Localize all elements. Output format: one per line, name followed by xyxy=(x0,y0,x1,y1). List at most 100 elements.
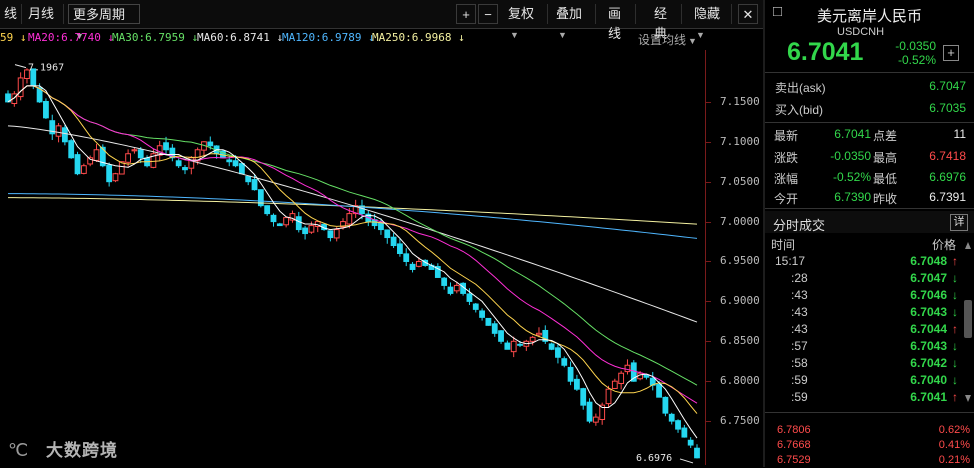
stat-label: 点差 xyxy=(873,129,898,143)
ma-legend-item: MA60:6.8741 ↓ xyxy=(197,31,283,44)
divider xyxy=(765,122,974,123)
candle-down xyxy=(207,141,214,147)
candle-up xyxy=(283,217,290,226)
price-tick-label: 6.7500 xyxy=(720,414,760,428)
candle-down xyxy=(74,154,81,175)
ticks-header: 分时成交 详 xyxy=(765,211,974,233)
tick-time: :28 xyxy=(791,271,808,285)
candle-up xyxy=(125,153,132,163)
more-periods-label: 更多周期 xyxy=(73,7,126,22)
candle-up xyxy=(112,173,119,182)
candle-up xyxy=(510,340,517,353)
stat-value: -0.52% xyxy=(832,170,871,184)
monthly-period-button[interactable]: 月线 xyxy=(24,4,64,24)
close-chart-button[interactable]: ✕ xyxy=(738,4,758,24)
tick-price: 6.7041 xyxy=(910,390,947,404)
arrow-up-icon: ↑ xyxy=(952,322,958,336)
arrow-up-icon: ↑ xyxy=(952,254,958,268)
add-watchlist-button[interactable]: + xyxy=(943,45,959,61)
tick-row: :43 6.7046 ↓ xyxy=(765,288,974,305)
tick-price: 6.7040 xyxy=(910,373,947,387)
candle-down xyxy=(390,236,397,247)
depth-percent: 0.21% xyxy=(938,454,970,466)
stat-row: 最新 6.7041 点差 11 xyxy=(765,127,974,145)
candle-down xyxy=(580,388,587,406)
tick-time: :58 xyxy=(791,356,808,370)
candle-down xyxy=(378,221,384,231)
ma-label: MA30:6.7959 xyxy=(112,31,185,44)
depth-row: 6.7529 0.21% xyxy=(765,454,974,468)
candle-up xyxy=(80,165,87,174)
candle-down xyxy=(232,160,239,167)
stat-label: 最低 xyxy=(873,172,898,186)
ma-settings-dropdown[interactable]: 设置均线 ▼ xyxy=(638,31,697,48)
arrow-down-icon: ↓ xyxy=(952,288,958,302)
candle-down xyxy=(656,383,662,398)
candle-down xyxy=(163,142,169,151)
candle-up xyxy=(131,149,138,152)
hide-dropdown[interactable]: 隐藏▼ xyxy=(690,4,732,40)
draw-line-button[interactable]: 画线 xyxy=(604,4,636,41)
stat-label: 昨收 xyxy=(873,192,898,206)
candle-down xyxy=(668,413,675,422)
overlay-dropdown[interactable]: 叠加▼ xyxy=(552,4,596,40)
arrow-down-icon: ↓ xyxy=(952,305,958,319)
candle-down xyxy=(403,253,410,262)
candle-down xyxy=(447,286,454,294)
classic-button[interactable]: 经典 xyxy=(650,4,682,41)
ma-legend-item: 59 ↓ xyxy=(0,31,27,44)
tick-time: :43 xyxy=(791,288,808,302)
candle-up xyxy=(333,229,340,239)
arrow-up-icon: ↑ xyxy=(952,390,958,404)
ma-label: MA250:6.9968 xyxy=(372,31,452,44)
tick-time: :59 xyxy=(791,373,808,387)
candle-down xyxy=(472,303,479,310)
stat-row: 涨跌 -0.0350 最高 6.7418 xyxy=(765,149,974,167)
chevron-down-icon: ▼ xyxy=(688,36,697,46)
price-tick-mark xyxy=(706,141,711,143)
candle-down xyxy=(409,263,416,270)
zoom-out-button[interactable]: − xyxy=(478,4,498,24)
ticks-detail-button[interactable]: 详 xyxy=(950,214,968,231)
candle-down xyxy=(327,230,334,239)
arrow-down-icon: ↓ xyxy=(952,339,958,353)
scrollbar-thumb[interactable] xyxy=(964,300,972,338)
candlestick-chart[interactable]: 7.1967 6.6976 xyxy=(0,50,705,465)
tick-row: :57 6.7043 ↓ xyxy=(765,339,974,356)
depth-row: 6.7806 0.62% xyxy=(765,424,974,438)
candle-down xyxy=(245,175,252,183)
stat-value: -0.0350 xyxy=(830,149,871,163)
price-tick-mark xyxy=(706,181,711,183)
last-price: 6.7041 xyxy=(787,38,864,66)
candle-down xyxy=(479,310,485,318)
chart-toolbar: 线 月线 更多周期▼ + − 复权▼ 叠加▼ 画线 经典 隐藏▼ ✕ xyxy=(0,0,765,41)
tick-row: :28 6.7047 ↓ xyxy=(765,271,974,288)
candle-up xyxy=(415,260,422,267)
annotation-arrow xyxy=(679,458,694,464)
zoom-in-button[interactable]: + xyxy=(456,4,476,24)
adjust-dropdown[interactable]: 复权▼ xyxy=(504,4,548,40)
price-tick-mark xyxy=(706,101,711,103)
candle-down xyxy=(498,330,504,342)
ma-legend-item: MA250:6.9968 ↓ xyxy=(372,31,465,44)
candle-down xyxy=(384,229,391,239)
candle-up xyxy=(93,149,100,161)
price-tick-mark xyxy=(706,221,711,223)
candle-down xyxy=(485,317,492,326)
tick-row: :58 6.7042 ↓ xyxy=(765,356,974,373)
ma-label: MA120:6.9789 xyxy=(282,31,362,44)
period-partial-button[interactable]: 线 xyxy=(0,4,22,24)
stat-label: 今开 xyxy=(774,192,799,206)
arrow-down-icon: ↓ xyxy=(952,356,958,370)
depth-price: 6.7806 xyxy=(777,424,811,436)
tick-row: :59 6.7041 ↑ xyxy=(765,390,974,407)
candle-down xyxy=(681,427,688,438)
candle-up xyxy=(346,213,353,225)
price-tick-label: 6.9500 xyxy=(720,254,760,268)
candle-down xyxy=(694,447,700,459)
chart-canvas: 7.1967 6.6976 xyxy=(5,63,700,464)
watermark-text: 大数跨境 xyxy=(46,441,118,460)
more-periods-dropdown[interactable]: 更多周期▼ xyxy=(68,4,140,41)
candle-down xyxy=(567,366,574,382)
tick-time: :43 xyxy=(791,305,808,319)
